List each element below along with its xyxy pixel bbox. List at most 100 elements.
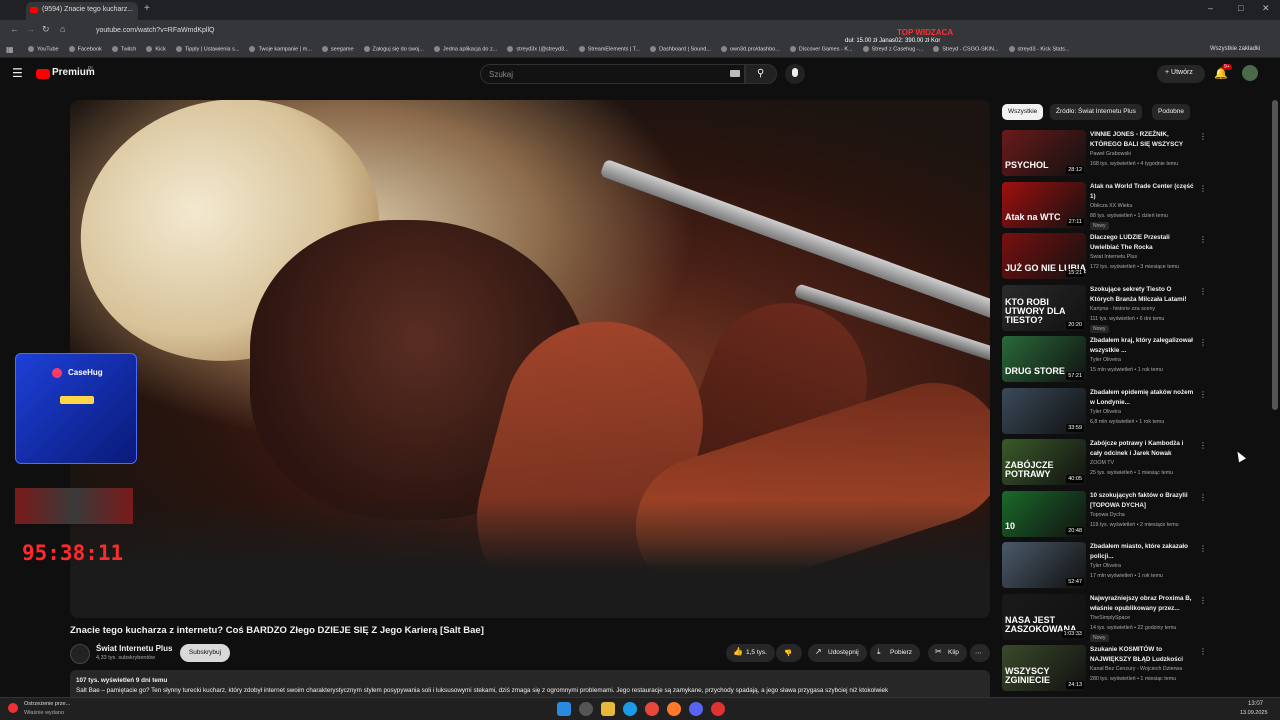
recommendation-title[interactable]: VINNIE JONES - RZEŹNIK, KTÓREGO BALI SIĘ… xyxy=(1090,130,1196,150)
notice-title[interactable]: Ostrzeżenie prze... xyxy=(24,701,70,707)
recommendation-title[interactable]: 10 szokujących faktów o Brazylii [TOPOWA… xyxy=(1090,491,1196,511)
recommendation-thumbnail[interactable]: KTO ROBI UTWORY DLA TIESTO? 20:20 xyxy=(1002,284,1086,331)
chip-source[interactable]: Źródło: Świat Internetu Plus xyxy=(1050,104,1142,120)
bookmark-item[interactable]: Streyd - CSGO-SKIN... xyxy=(933,42,999,52)
recommendation-item[interactable]: Atak na WTC 27:11 Atak na World Trade Cent… xyxy=(1002,181,1207,230)
bookmark-item[interactable]: StreamElements | T... xyxy=(578,42,640,52)
recommendation-item[interactable]: 52:47 Zbadałem miasto, które zakazało pol… xyxy=(1002,542,1207,588)
recommendation-title[interactable]: Zbadałem kraj, który zalegalizował wszys… xyxy=(1090,336,1196,356)
recommendation-title[interactable]: Zbadałem miasto, które zakazało policji.… xyxy=(1090,542,1196,562)
recommendation-thumbnail[interactable]: DRUG STORE 57:21 xyxy=(1002,336,1086,382)
more-vert-icon[interactable]: ⋮ xyxy=(1199,596,1207,605)
bookmark-item[interactable]: Tipply | Ustawienia s... xyxy=(175,42,239,52)
channel-name[interactable]: Świat Internetu Plus xyxy=(96,644,172,653)
more-vert-icon[interactable]: ⋮ xyxy=(1199,493,1207,502)
like-button[interactable]: 👍 1,5 tys. xyxy=(726,644,775,662)
voice-search-button[interactable] xyxy=(785,64,805,84)
recommendation-title[interactable]: Najwyraźniejszy obraz Proxima B, właśnie… xyxy=(1090,594,1196,614)
bookmark-item[interactable]: streyd3 - Kick Stats... xyxy=(1008,42,1069,52)
dislike-button[interactable]: 👎 xyxy=(776,644,802,662)
channel-avatar[interactable] xyxy=(70,644,90,664)
recommendation-thumbnail[interactable]: ZABÓJCZE POTRAWY 40:05 xyxy=(1002,439,1086,485)
home-icon[interactable]: ⌂ xyxy=(60,24,65,34)
forward-icon[interactable]: → xyxy=(26,24,35,34)
clip-button[interactable]: ✂ Klip xyxy=(928,644,967,662)
recommendation-channel[interactable]: Tyler Oliveira xyxy=(1090,357,1200,363)
recommendation-title[interactable]: Szukanie KOSMITÓW to NAJWIĘKSZY BŁĄD Lud… xyxy=(1090,645,1196,665)
video-player[interactable] xyxy=(70,100,990,618)
bookmark-item[interactable]: Dashboard | Sound... xyxy=(650,42,711,52)
browser-tab[interactable]: (9594) Znacie tego kucharz... xyxy=(26,2,138,20)
recommendation-channel[interactable]: Tyler Oliveira xyxy=(1090,563,1200,569)
recommendation-item[interactable]: JUŻ GO NIE LUBIĄ 15:21 Dlaczego LUDZIE Prz… xyxy=(1002,233,1207,279)
recommendation-thumbnail[interactable]: Atak na WTC 27:11 xyxy=(1002,181,1086,228)
bookmark-item[interactable]: seegame xyxy=(321,42,354,52)
recommendation-channel[interactable]: Świat Internetu Plus xyxy=(1090,254,1200,260)
more-vert-icon[interactable]: ⋮ xyxy=(1199,544,1207,553)
bookmark-item[interactable]: YouTube xyxy=(28,42,59,52)
more-vert-icon[interactable]: ⋮ xyxy=(1199,287,1207,296)
bookmark-item[interactable]: Streyd z Casehug -... xyxy=(862,42,923,52)
edge-icon[interactable] xyxy=(623,702,637,716)
bookmark-item[interactable]: Zaloguj się do swoj... xyxy=(363,42,424,52)
page-scrollbar[interactable] xyxy=(1272,100,1278,410)
all-bookmarks[interactable]: Wszystkie zakładki xyxy=(1210,46,1260,52)
recommendation-thumbnail[interactable]: PSYCHOL 28:12 xyxy=(1002,130,1086,176)
keyboard-icon[interactable] xyxy=(730,70,740,77)
close-icon[interactable]: ✕ xyxy=(1262,3,1270,14)
more-vert-icon[interactable]: ⋮ xyxy=(1199,390,1207,399)
discord-icon[interactable] xyxy=(689,702,703,716)
recommendation-item[interactable]: DRUG STORE 57:21 Zbadałem kraj, który zale… xyxy=(1002,336,1207,382)
chrome-icon[interactable] xyxy=(645,702,659,716)
recommendation-thumbnail[interactable]: WSZYSCY ZGINIECIE 24:13 xyxy=(1002,645,1086,691)
recommendation-item[interactable]: PSYCHOL 28:12 VINNIE JONES - RZEŹNIK, KTÓR… xyxy=(1002,130,1207,176)
recommendation-title[interactable]: Zabójcze potrawy i Kambodża i cały odcin… xyxy=(1090,439,1196,459)
recommendation-thumbnail[interactable]: NASA JEST ZASZOKOWANA 1:03:33 xyxy=(1002,593,1086,640)
recommendation-title[interactable]: Zbadałem epidemię ataków nożem w Londyni… xyxy=(1090,388,1196,408)
recommendation-channel[interactable]: Oblicza XX Wieku xyxy=(1090,203,1200,209)
more-vert-icon[interactable]: ⋮ xyxy=(1199,647,1207,656)
account-avatar[interactable] xyxy=(1242,65,1258,81)
minimize-icon[interactable]: – xyxy=(1208,3,1213,13)
recommendation-channel[interactable]: Tyler Oliveira xyxy=(1090,409,1200,415)
recommendation-channel[interactable]: ZOOM TV xyxy=(1090,460,1200,466)
search-input[interactable]: Szukaj xyxy=(480,64,745,84)
recommendation-thumbnail[interactable]: JUŻ GO NIE LUBIĄ 15:21 xyxy=(1002,233,1086,279)
recommendation-channel[interactable]: Kanał Bez Cenzury - Wojciech Dzierwa xyxy=(1090,666,1200,672)
recommendation-channel[interactable]: Paweł Grabowski xyxy=(1090,151,1200,157)
recommendation-item[interactable]: NASA JEST ZASZOKOWANA 1:03:33 Najwyraźniej… xyxy=(1002,593,1207,642)
bookmark-item[interactable]: own3d.pro/dashbo... xyxy=(720,42,780,52)
recommendation-channel[interactable]: Topowa Dycha xyxy=(1090,512,1200,518)
file-explorer-icon[interactable] xyxy=(601,702,615,716)
recommendation-item[interactable]: KTO ROBI UTWORY DLA TIESTO? 20:20 Szokując… xyxy=(1002,284,1207,333)
firefox-icon[interactable] xyxy=(667,702,681,716)
more-vert-icon[interactable]: ⋮ xyxy=(1199,184,1207,193)
create-button[interactable]: + Utwórz xyxy=(1157,65,1205,83)
bookmark-item[interactable]: Facebook xyxy=(68,42,102,52)
start-icon[interactable] xyxy=(557,702,571,716)
bookmark-item[interactable]: Kick xyxy=(146,42,166,52)
bookmark-item[interactable]: streyd3x (@streyd3... xyxy=(507,42,569,52)
recommendation-thumbnail[interactable]: 10 20:48 xyxy=(1002,490,1086,537)
address-bar[interactable]: youtube.com/watch?v=RFaWmdKpllQ xyxy=(80,23,560,39)
recommendation-item[interactable]: 10 20:48 10 szokujących faktów o Brazylii … xyxy=(1002,490,1207,537)
chip-all[interactable]: Wszystkie xyxy=(1002,104,1044,120)
recommendation-title[interactable]: Szokujące sekrety Tiesto O Których Branż… xyxy=(1090,285,1196,305)
bookmark-item[interactable]: Twoje kampanie | m... xyxy=(249,42,312,52)
taskbar-search-icon[interactable] xyxy=(579,702,593,716)
maximize-icon[interactable]: □ xyxy=(1238,3,1243,13)
app-icon[interactable] xyxy=(711,702,725,716)
recommendation-item[interactable]: 33:59 Zbadałem epidemię ataków nożem w Lo… xyxy=(1002,387,1207,434)
more-vert-icon[interactable]: ⋮ xyxy=(1199,338,1207,347)
recommendation-thumbnail[interactable]: 52:47 xyxy=(1002,542,1086,588)
chip-related[interactable]: Podobne xyxy=(1152,104,1191,120)
subscribe-button[interactable]: Subskrybuj xyxy=(180,644,230,662)
search-button[interactable]: ⚲ xyxy=(745,64,777,84)
back-icon[interactable]: ← xyxy=(10,24,19,34)
recommendation-channel[interactable]: TheSimplySpace xyxy=(1090,615,1200,621)
reload-icon[interactable]: ↻ xyxy=(42,24,50,35)
more-actions-button[interactable]: ⋯ xyxy=(970,644,990,662)
more-vert-icon[interactable]: ⋮ xyxy=(1199,441,1207,450)
apps-icon[interactable]: ▦ xyxy=(6,45,14,54)
recommendation-title[interactable]: Atak na World Trade Center (część 1) xyxy=(1090,182,1196,202)
